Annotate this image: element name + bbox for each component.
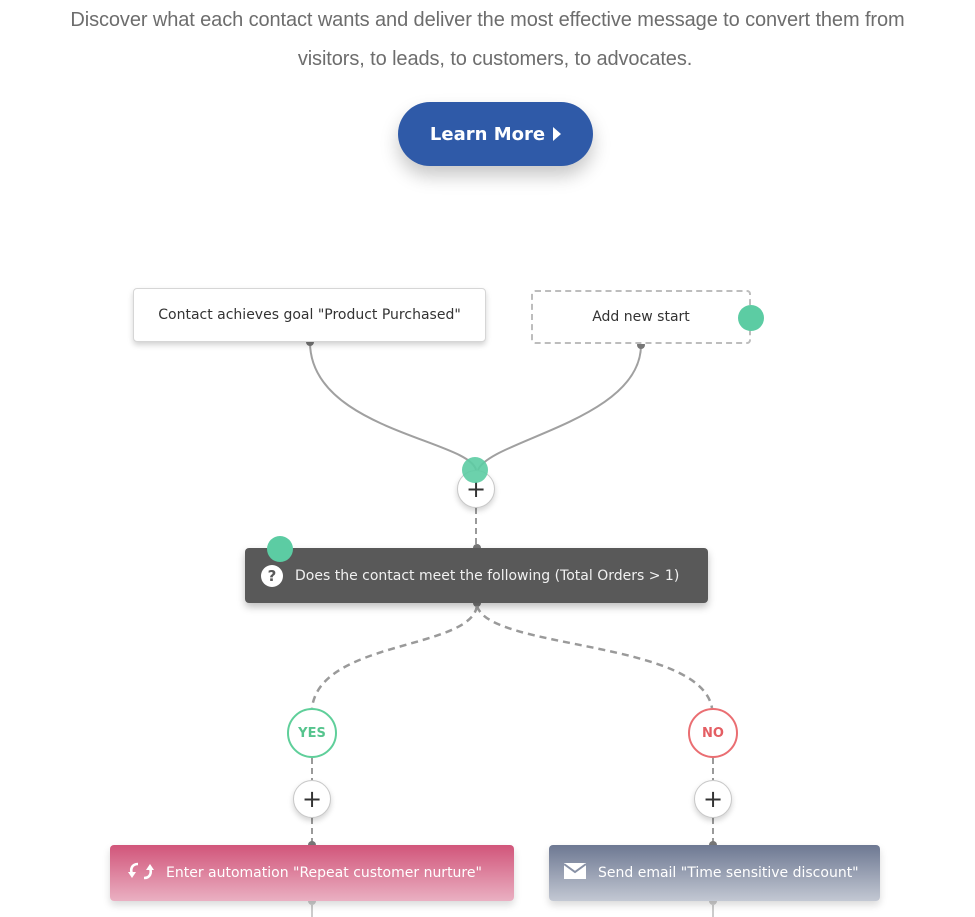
question-icon: ?: [261, 564, 283, 587]
workflow-connectors: [306, 338, 717, 917]
action-node-automation[interactable]: Enter automation "Repeat customer nurtur…: [110, 845, 514, 901]
plus-icon: +: [301, 785, 323, 813]
add-step-button-no[interactable]: +: [694, 780, 732, 818]
condition-label: Does the contact meet the following (Tot…: [295, 567, 680, 584]
action-label: Enter automation "Repeat customer nurtur…: [166, 865, 482, 881]
connector-no: [475, 605, 714, 709]
yes-branch-badge: YES: [287, 708, 337, 758]
plus-icon: +: [702, 785, 724, 813]
no-branch-badge: NO: [688, 708, 738, 758]
connection-handle[interactable]: [738, 305, 764, 331]
yes-label: YES: [298, 725, 326, 741]
condition-node[interactable]: ? Does the contact meet the following (T…: [245, 548, 708, 603]
connection-handle[interactable]: [267, 536, 293, 562]
action-node-email[interactable]: Send email "Time sensitive discount": [549, 845, 880, 901]
start-node-goal[interactable]: Contact achieves goal "Product Purchased…: [133, 288, 486, 342]
add-step-button-yes[interactable]: +: [293, 780, 331, 818]
add-new-start-label: Add new start: [592, 309, 690, 325]
connector-start1: [309, 341, 477, 471]
connection-handle[interactable]: [462, 457, 488, 483]
no-label: NO: [702, 725, 724, 741]
connector-yes: [310, 605, 479, 709]
add-new-start-node[interactable]: Add new start: [531, 290, 751, 344]
envelope-icon: [563, 863, 587, 883]
connector-start2: [477, 344, 642, 471]
refresh-icon: [128, 861, 154, 885]
action-label: Send email "Time sensitive discount": [598, 865, 859, 881]
start-node-label: Contact achieves goal "Product Purchased…: [158, 307, 461, 323]
